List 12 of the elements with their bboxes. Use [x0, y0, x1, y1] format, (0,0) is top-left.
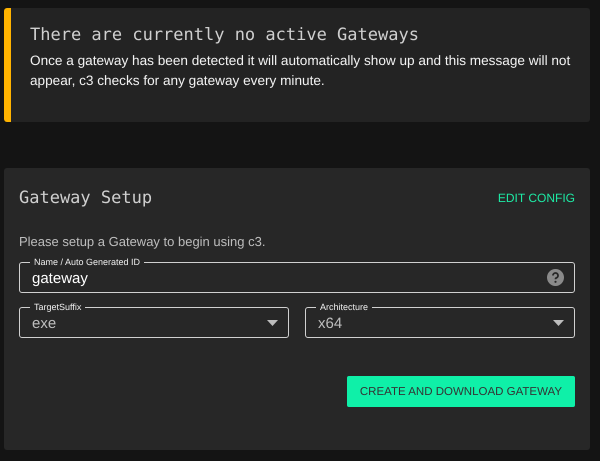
alert-title: There are currently no active Gateways	[30, 25, 420, 45]
create-download-button[interactable]: CREATE AND DOWNLOAD GATEWAY	[346, 376, 575, 407]
field-label: Architecture	[316, 301, 372, 313]
help-icon[interactable]	[547, 269, 564, 286]
card-title: Gateway Setup	[19, 188, 152, 208]
caret-icon	[553, 320, 564, 326]
alert-message: Once a gateway has been detected it will automatically show up and this message will not appear, c3 checks for any gateway every minute.	[30, 52, 572, 90]
field-label: TargetSuffix	[30, 301, 86, 313]
field-label: Name / Auto Generated ID	[30, 256, 144, 268]
caret-icon	[267, 320, 278, 326]
intro-text: Please setup a Gateway to begin using c3.	[19, 234, 266, 249]
edit-config-link[interactable]: EDIT CONFIG	[498, 191, 575, 205]
